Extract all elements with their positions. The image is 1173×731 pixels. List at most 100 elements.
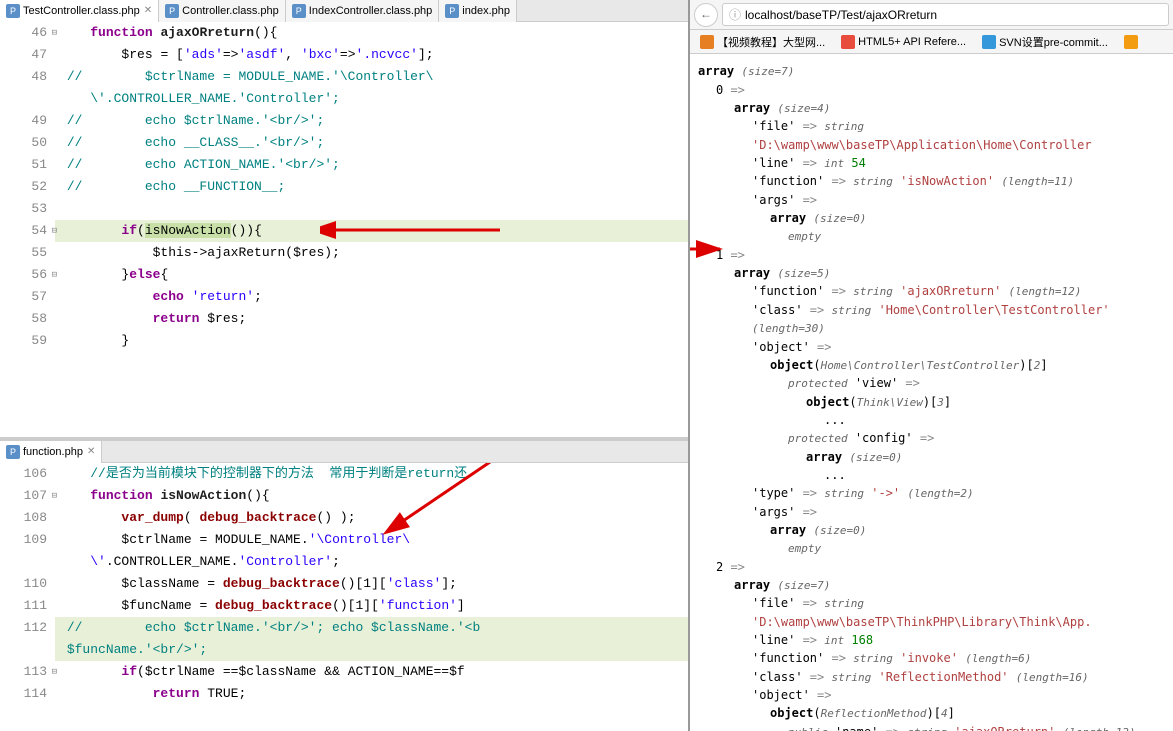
line-text: }else{ xyxy=(55,264,688,286)
editor-tab[interactable]: Pfunction.php ✕ xyxy=(0,441,102,463)
top-editor[interactable]: 46⊟ function ajaxORreturn(){47 $res = ['… xyxy=(0,22,688,437)
line-text: $className = debug_backtrace()[1]['class… xyxy=(55,573,688,595)
editor-tab[interactable]: PTestController.class.php✕ xyxy=(0,0,159,22)
browser-toolbar: ← ⓘ localhost/baseTP/Test/ajaxORreturn xyxy=(690,0,1173,30)
code-line[interactable]: 57 echo 'return'; xyxy=(0,286,688,308)
close-icon[interactable]: ✕ xyxy=(144,5,152,16)
bookmark-item[interactable]: SVN设置pre-commit... xyxy=(976,32,1114,52)
code-line[interactable]: 54⊟ if(isNowAction()){ xyxy=(0,220,688,242)
fold-icon[interactable]: ⊟ xyxy=(52,661,57,683)
line-number: 56⊟ xyxy=(0,264,55,286)
code-line[interactable]: 48 // $ctrlName = MODULE_NAME.'\Controll… xyxy=(0,66,688,88)
browser-panel: ← ⓘ localhost/baseTP/Test/ajaxORreturn 【… xyxy=(690,0,1173,731)
php-file-icon: P xyxy=(292,4,306,18)
line-number: 57 xyxy=(0,286,55,308)
bookmark-icon xyxy=(700,35,714,49)
code-line[interactable]: 106 //是否为当前模块下的控制器下的方法 常用于判断是return还 xyxy=(0,463,688,485)
bottom-editor[interactable]: 106 //是否为当前模块下的控制器下的方法 常用于判断是return还107⊟… xyxy=(0,463,688,731)
line-text: // echo $ctrlName.'<br/>'; xyxy=(55,110,688,132)
php-file-icon: P xyxy=(6,445,20,459)
line-number: 108 xyxy=(0,507,55,529)
line-text: $this->ajaxReturn($res); xyxy=(55,242,688,264)
code-line[interactable]: 107⊟ function isNowAction(){ xyxy=(0,485,688,507)
code-line[interactable]: 53 xyxy=(0,198,688,220)
line-text: function ajaxORreturn(){ xyxy=(55,22,688,44)
code-line[interactable]: 108 var_dump( debug_backtrace() ); xyxy=(0,507,688,529)
tab-label: function.php xyxy=(23,446,83,458)
back-button[interactable]: ← xyxy=(694,3,718,27)
code-line[interactable]: 55 $this->ajaxReturn($res); xyxy=(0,242,688,264)
line-number: 53 xyxy=(0,198,55,220)
fold-icon[interactable]: ⊟ xyxy=(52,220,57,242)
code-line[interactable]: 112 // echo $ctrlName.'<br/>'; echo $cla… xyxy=(0,617,688,639)
php-file-icon: P xyxy=(6,4,20,18)
line-number: 48 xyxy=(0,66,55,88)
tab-label: index.php xyxy=(462,5,510,17)
line-number: 110 xyxy=(0,573,55,595)
line-number: 107⊟ xyxy=(0,485,55,507)
line-number: 46⊟ xyxy=(0,22,55,44)
editor-tab[interactable]: PController.class.php xyxy=(159,0,286,22)
line-text: function isNowAction(){ xyxy=(55,485,688,507)
line-text: if(isNowAction()){ xyxy=(55,220,688,242)
code-line[interactable]: 110 $className = debug_backtrace()[1]['c… xyxy=(0,573,688,595)
line-text: } xyxy=(55,330,688,352)
close-icon[interactable]: ✕ xyxy=(87,446,95,457)
bookmark-item[interactable]: 【视频教程】大型网... xyxy=(694,32,831,52)
line-text: // echo __CLASS__.'<br/>'; xyxy=(55,132,688,154)
fold-icon[interactable]: ⊟ xyxy=(52,485,57,507)
editor-tab[interactable]: Pindex.php xyxy=(439,0,517,22)
line-number: 55 xyxy=(0,242,55,264)
code-line[interactable]: 49 // echo $ctrlName.'<br/>'; xyxy=(0,110,688,132)
line-text: // echo ACTION_NAME.'<br/>'; xyxy=(55,154,688,176)
code-line[interactable]: 114 return TRUE; xyxy=(0,683,688,705)
code-line[interactable]: 56⊟ }else{ xyxy=(0,264,688,286)
line-text: $funcName = debug_backtrace()[1]['functi… xyxy=(55,595,688,617)
code-line[interactable]: 51 // echo ACTION_NAME.'<br/>'; xyxy=(0,154,688,176)
code-line[interactable]: 111 $funcName = debug_backtrace()[1]['fu… xyxy=(0,595,688,617)
code-line[interactable]: 52 // echo __FUNCTION__; xyxy=(0,176,688,198)
code-line[interactable]: 46⊟ function ajaxORreturn(){ xyxy=(0,22,688,44)
url-bar[interactable]: ⓘ localhost/baseTP/Test/ajaxORreturn xyxy=(722,3,1169,26)
line-number: 52 xyxy=(0,176,55,198)
line-text: return $res; xyxy=(55,308,688,330)
bookmark-item[interactable] xyxy=(1118,33,1147,51)
editor-tab[interactable]: PIndexController.class.php xyxy=(286,0,440,22)
code-line[interactable]: \'.CONTROLLER_NAME.'Controller'; xyxy=(0,551,688,573)
tab-label: Controller.class.php xyxy=(182,5,279,17)
code-line[interactable]: \'.CONTROLLER_NAME.'Controller'; xyxy=(0,88,688,110)
line-number: 54⊟ xyxy=(0,220,55,242)
bookmark-label: SVN设置pre-commit... xyxy=(999,34,1108,50)
php-file-icon: P xyxy=(445,4,459,18)
line-text: return TRUE; xyxy=(55,683,688,705)
ide-panel: PTestController.class.php✕PController.cl… xyxy=(0,0,690,731)
line-number: 59 xyxy=(0,330,55,352)
line-text: $funcName.'<br/>'; xyxy=(55,639,688,661)
bookmarks-bar: 【视频教程】大型网...HTML5+ API Refere... SVN设置pre… xyxy=(690,30,1173,54)
bookmark-item[interactable]: HTML5+ API Refere... xyxy=(835,33,972,51)
fold-icon[interactable]: ⊟ xyxy=(52,22,57,44)
line-number: 109 xyxy=(0,529,55,551)
code-line[interactable]: 58 return $res; xyxy=(0,308,688,330)
line-text xyxy=(55,198,688,220)
code-line[interactable]: 47 $res = ['ads'=>'asdf', 'bxc'=>'.ncvcc… xyxy=(0,44,688,66)
info-icon: ⓘ xyxy=(729,6,741,23)
code-line[interactable]: 109 $ctrlName = MODULE_NAME.'\Controller… xyxy=(0,529,688,551)
browser-content[interactable]: array (size=7) 0 => array (size=4) 'file… xyxy=(690,54,1173,731)
bottom-tab-bar: Pfunction.php ✕ xyxy=(0,441,688,463)
line-number: 58 xyxy=(0,308,55,330)
line-number: 112 xyxy=(0,617,55,639)
line-text: \'.CONTROLLER_NAME.'Controller'; xyxy=(55,88,688,110)
code-line[interactable]: $funcName.'<br/>'; xyxy=(0,639,688,661)
fold-icon[interactable]: ⊟ xyxy=(52,264,57,286)
line-number: 113⊟ xyxy=(0,661,55,683)
line-number: 114 xyxy=(0,683,55,705)
line-text: // echo __FUNCTION__; xyxy=(55,176,688,198)
tab-label: IndexController.class.php xyxy=(309,5,433,17)
line-text: // $ctrlName = MODULE_NAME.'\Controller\ xyxy=(55,66,688,88)
top-tab-bar: PTestController.class.php✕PController.cl… xyxy=(0,0,688,22)
code-line[interactable]: 113⊟ if($ctrlName ==$className && ACTION… xyxy=(0,661,688,683)
bookmark-icon xyxy=(1124,35,1138,49)
code-line[interactable]: 50 // echo __CLASS__.'<br/>'; xyxy=(0,132,688,154)
code-line[interactable]: 59 } xyxy=(0,330,688,352)
